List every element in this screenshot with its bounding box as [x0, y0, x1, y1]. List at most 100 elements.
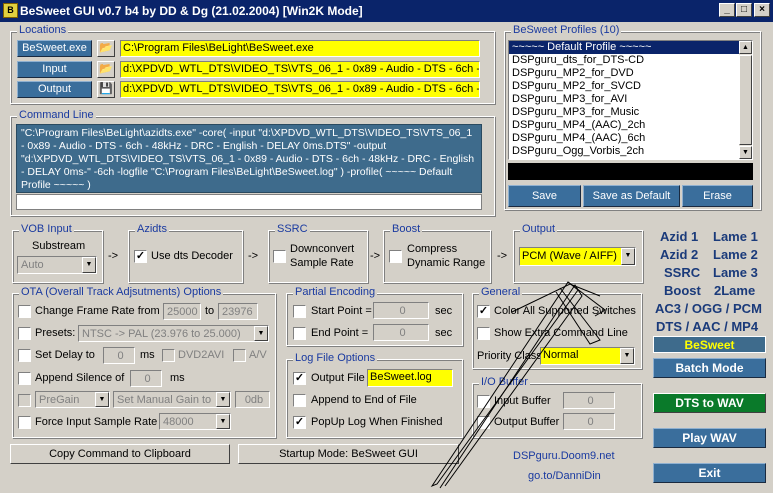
besweet-path-field[interactable]: C:\Program Files\BeLight\BeSweet.exe — [120, 40, 480, 57]
use-dts-label: Use dts Decoder — [151, 250, 233, 262]
append-silence-checkbox[interactable] — [18, 372, 31, 385]
chevron-down-icon[interactable]: ▼ — [82, 257, 96, 273]
sec-label: sec — [435, 327, 453, 339]
manual-gain-select[interactable]: Set Manual Gain to ▼ — [113, 391, 231, 408]
profile-list-item[interactable]: DSPguru_MP2_for_DVD — [509, 67, 740, 80]
extra-command-line-input[interactable] — [16, 194, 482, 210]
dts-to-wav-button[interactable]: DTS to WAV — [653, 393, 766, 413]
downconvert-checkbox[interactable] — [273, 250, 286, 263]
azidts-legend: Azidts — [135, 223, 169, 235]
erase-profile-button[interactable]: Erase — [682, 185, 753, 207]
profiles-scrollbar[interactable]: ▲ ▼ — [739, 41, 752, 159]
scroll-up-icon[interactable]: ▲ — [739, 41, 752, 54]
pregain-select[interactable]: PreGain ▼ — [35, 391, 110, 408]
color-switches-checkbox[interactable]: ✓ — [477, 305, 490, 318]
maximize-button[interactable]: □ — [736, 3, 752, 17]
log-file-name-input[interactable]: BeSweet.log — [367, 369, 453, 387]
profile-list-item[interactable]: ~~~~~ Default Profile ~~~~~ — [509, 41, 740, 54]
batch-mode-button[interactable]: Batch Mode — [653, 358, 766, 378]
av-checkbox[interactable] — [233, 349, 246, 362]
output-buffer-checkbox[interactable] — [477, 416, 490, 429]
set-delay-checkbox[interactable] — [18, 349, 31, 362]
input-buffer-input[interactable]: 0 — [563, 392, 615, 409]
output-button[interactable]: Output — [17, 81, 92, 98]
input-buffer-checkbox[interactable] — [477, 395, 490, 408]
force-sample-rate-checkbox[interactable] — [18, 416, 31, 429]
pregain-checkbox[interactable] — [18, 394, 31, 407]
chevron-down-icon[interactable]: ▼ — [216, 414, 230, 429]
gain-input[interactable]: 0db — [235, 391, 270, 408]
presets-checkbox[interactable] — [18, 327, 31, 340]
sample-rate-select[interactable]: 48000 ▼ — [159, 413, 231, 430]
end-point-input[interactable]: 0 — [373, 324, 429, 341]
dannidin-link[interactable]: go.to/DanniDin — [528, 470, 601, 482]
save-default-button[interactable]: Save as Default — [583, 185, 680, 207]
profile-list-item[interactable]: DSPguru_MP2_for_SVCD — [509, 80, 740, 93]
flow-arrow: -> — [497, 250, 508, 262]
end-point-label: End Point = — [311, 327, 369, 339]
delay-input[interactable]: 0 — [103, 347, 135, 364]
chevron-down-icon[interactable]: ▼ — [254, 326, 268, 341]
sec-label: sec — [435, 305, 453, 317]
doom9-link[interactable]: DSPguru.Doom9.net — [513, 450, 615, 462]
to-label: to — [205, 305, 215, 317]
color-switches-label: Color All Supported Switches — [494, 305, 636, 317]
encoder-label: Lame 3 — [713, 265, 758, 280]
input-button[interactable]: Input — [17, 61, 92, 78]
chevron-down-icon[interactable]: ▼ — [95, 392, 109, 407]
title-bar: B BeSweet GUI v0.7 b4 by DD & Dg (21.02.… — [0, 0, 773, 22]
dvd2avi-checkbox[interactable] — [162, 349, 175, 362]
save-disk-icon[interactable]: 💾 — [97, 81, 115, 98]
compress-checkbox[interactable] — [389, 250, 402, 263]
silence-input[interactable]: 0 — [130, 370, 162, 387]
profile-list-item[interactable]: DSPguru_MP4_(AAC)_6ch — [509, 132, 740, 145]
show-extra-cmd-checkbox[interactable] — [477, 327, 490, 340]
copy-command-button[interactable]: Copy Command to Clipboard — [10, 444, 230, 464]
profile-list-item[interactable]: DSPguru_MP3_for_AVI — [509, 93, 740, 106]
priority-select[interactable]: Normal ▼ — [540, 347, 635, 365]
profile-list-item[interactable]: DSPguru_MP4_(AAC)_2ch — [509, 119, 740, 132]
output-format-select[interactable]: PCM (Wave / AIFF) ▼ — [519, 247, 636, 266]
input-path-field[interactable]: d:\XPDVD_WTL_DTS\VIDEO_TS\VTS_06_1 - 0x8… — [120, 61, 480, 78]
startup-mode-button[interactable]: Startup Mode: BeSweet GUI — [238, 444, 459, 464]
end-point-checkbox[interactable] — [293, 327, 306, 340]
exit-button[interactable]: Exit — [653, 463, 766, 483]
vob-input-legend: VOB Input — [19, 223, 74, 235]
frame-rate-from-input[interactable]: 25000 — [163, 303, 201, 320]
profile-list-item[interactable]: DSPguru_Ogg_Vorbis_2ch — [509, 145, 740, 158]
open-folder-icon[interactable]: 📂 — [97, 61, 115, 78]
use-dts-checkbox[interactable]: ✓ — [134, 250, 147, 263]
output-path-field[interactable]: d:\XPDVD_WTL_DTS\VIDEO_TS\VTS_06_1 - 0x8… — [120, 81, 480, 98]
profile-list-item[interactable]: DSPguru_MP3_for_Music — [509, 106, 740, 119]
dvd2avi-label: DVD2AVI — [178, 349, 225, 361]
popup-log-checkbox[interactable]: ✓ — [293, 416, 306, 429]
output-file-checkbox[interactable]: ✓ — [293, 372, 306, 385]
output-file-label: Output File — [311, 372, 365, 384]
frame-rate-to-input[interactable]: 23976 — [218, 303, 258, 320]
profile-name-input[interactable] — [508, 163, 753, 180]
open-folder-icon[interactable]: 📂 — [97, 40, 115, 57]
scroll-down-icon[interactable]: ▼ — [739, 146, 752, 159]
append-log-checkbox[interactable] — [293, 394, 306, 407]
scrollbar-thumb[interactable] — [739, 55, 752, 145]
profile-list-item[interactable]: DSPguru_dts_for_DTS-CD — [509, 54, 740, 67]
start-point-checkbox[interactable] — [293, 305, 306, 318]
save-profile-button[interactable]: Save — [508, 185, 581, 207]
minimize-button[interactable]: _ — [719, 3, 735, 17]
chevron-down-icon[interactable]: ▼ — [621, 248, 635, 265]
flow-arrow: -> — [248, 250, 259, 262]
chevron-down-icon[interactable]: ▼ — [216, 392, 230, 407]
profiles-list[interactable]: ~~~~~ Default Profile ~~~~~ DSPguru_dts_f… — [508, 40, 753, 160]
presets-select[interactable]: NTSC -> PAL (23.976 to 25.000) ▼ — [78, 325, 269, 342]
substream-select[interactable]: Auto ▼ — [17, 256, 97, 274]
play-wav-button[interactable]: Play WAV — [653, 428, 766, 448]
output-buffer-input[interactable]: 0 — [563, 413, 615, 430]
command-line-text[interactable]: "C:\Program Files\BeLight\azidts.exe" -c… — [16, 124, 482, 193]
besweet-exe-button[interactable]: BeSweet.exe — [17, 40, 92, 57]
chevron-down-icon[interactable]: ▼ — [620, 348, 634, 364]
app-icon: B — [3, 3, 18, 18]
log-file-legend: Log File Options — [293, 352, 378, 364]
change-frame-rate-checkbox[interactable] — [18, 305, 31, 318]
start-point-input[interactable]: 0 — [373, 302, 429, 319]
close-button[interactable]: × — [754, 3, 770, 17]
